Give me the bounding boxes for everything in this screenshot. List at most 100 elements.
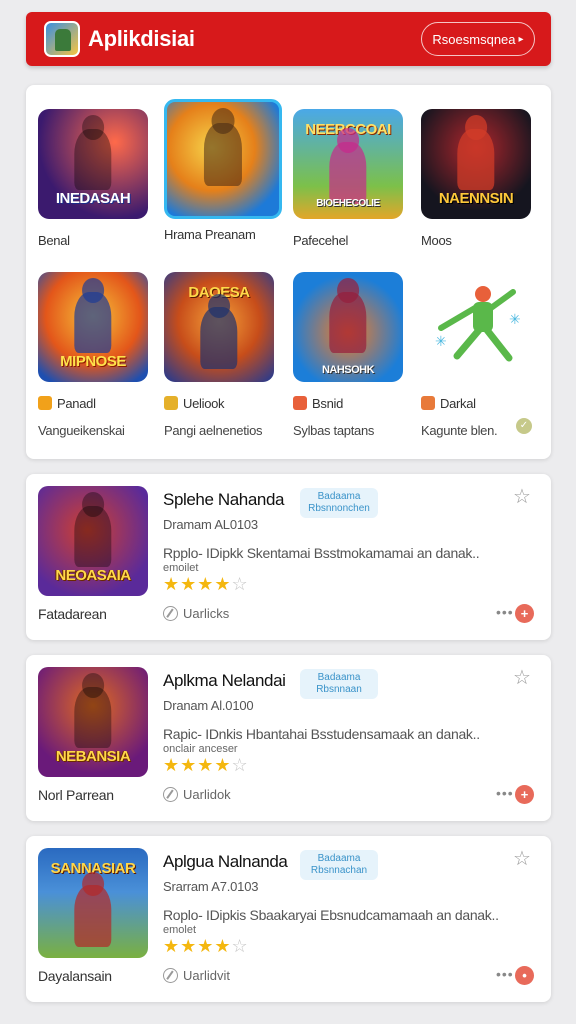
- featured-app-tile[interactable]: NAHSOHK Bsnid Sylbas taptans: [293, 272, 405, 438]
- star-outline-icon[interactable]: ☆: [513, 846, 531, 871]
- star-outline-icon[interactable]: ☆: [513, 665, 531, 690]
- character-image: [203, 122, 243, 187]
- featured-app-tile[interactable]: ✳ ✳ Darkal Kagunte blen.: [421, 272, 533, 438]
- app-description: Roplo- IDipkis Sbaakaryai Ebsnudcamamaah…: [163, 907, 499, 923]
- character-image: [200, 307, 238, 369]
- app-name-label: Ueliook: [183, 396, 225, 411]
- more-dots-icon[interactable]: •••: [496, 966, 514, 982]
- app-name: Benal: [38, 233, 70, 248]
- app-mini-icon: [38, 396, 52, 410]
- app-logo-icon: [44, 21, 80, 57]
- app-description-extra: emoilet: [163, 562, 199, 574]
- character-illustration: ✳ ✳: [435, 286, 521, 362]
- app-meta: Dramam AL0103: [163, 517, 258, 532]
- rating-stars: ★★★★☆: [163, 755, 249, 775]
- app-subtitle: Pangi aelnenetios: [164, 423, 263, 438]
- red-circle-icon[interactable]: +: [515, 604, 534, 623]
- character-image: [329, 291, 367, 354]
- thumbnail-subbanner: BIOEHECOLIE: [316, 198, 380, 209]
- app-thumbnail: [164, 99, 282, 219]
- featured-app-tile[interactable]: Hrama Preanam: [164, 99, 282, 242]
- app-caption: Fatadarean: [38, 606, 107, 622]
- details-link[interactable]: Uarlidok: [163, 787, 231, 802]
- app-list-item[interactable]: SANNASIAR Dayalansain Aplgua Nalnanda Ba…: [26, 836, 551, 1002]
- character-image: [74, 885, 112, 947]
- app-thumbnail: ✳ ✳: [421, 272, 531, 382]
- app-name: Panadl: [38, 396, 150, 411]
- thumbnail-banner: NAHSOHK: [321, 364, 375, 376]
- app-name: Moos: [421, 233, 452, 248]
- compass-icon: [163, 606, 178, 621]
- app-title: Aplikdisiai: [88, 26, 195, 51]
- compass-icon: [163, 968, 178, 983]
- app-meta: Dranam Al.0100: [163, 698, 254, 713]
- thumbnail-banner: NEOASAIA: [55, 567, 131, 584]
- character-image: [74, 291, 112, 354]
- chevron-right-icon: ▸: [518, 33, 524, 45]
- app-description: Rpplo- IDipkk Skentamai Bsstmokamamai an…: [163, 545, 480, 561]
- app-thumbnail: NAENNSIN: [421, 109, 531, 219]
- details-link[interactable]: Uarlicks: [163, 606, 229, 621]
- app-name: Pafecehel: [293, 233, 349, 248]
- header-action-label: Rsoesmsqnea: [432, 31, 516, 47]
- app-description-extra: emolet: [163, 924, 197, 936]
- svg-text:✳: ✳: [509, 312, 521, 328]
- app-list-item[interactable]: NEBANSIA Norl Parrean Aplkma Nelandai Ba…: [26, 655, 551, 821]
- app-mini-icon: [421, 396, 435, 410]
- details-label: Uarlicks: [183, 606, 230, 621]
- app-title: Splehe Nahanda: [163, 490, 285, 509]
- app-name-label: Panadl: [57, 396, 96, 411]
- check-badge-icon: ✓: [516, 418, 532, 434]
- app-mini-icon: [293, 396, 307, 410]
- app-thumbnail: NEERCCOAI BIOEHECOLIE: [293, 109, 403, 219]
- app-mini-icon: [164, 396, 178, 410]
- app-thumbnail: DAOESA: [164, 272, 274, 382]
- category-tag: Badaama Rbsnnaan: [300, 669, 378, 699]
- featured-app-tile[interactable]: DAOESA Ueliook Pangi aelnenetios: [164, 272, 276, 438]
- featured-app-tile[interactable]: NAENNSIN Moos: [421, 109, 533, 248]
- app-name: Darkal: [421, 396, 533, 411]
- app-name: Ueliook: [164, 396, 276, 411]
- thumbnail-banner: MIPNOSE: [60, 353, 126, 370]
- featured-apps-card: INEDASAH Benal Hrama Preanam NEERCCOAI B…: [26, 85, 551, 459]
- details-link[interactable]: Uarlidvit: [163, 968, 230, 983]
- app-name-label: Darkal: [440, 396, 476, 411]
- character-image: [74, 128, 112, 191]
- app-thumbnail: NAHSOHK: [293, 272, 403, 382]
- thumbnail-banner: INEDASAH: [55, 190, 131, 207]
- red-circle-icon[interactable]: +: [515, 785, 534, 804]
- featured-app-tile[interactable]: MIPNOSE Panadl Vangueikenskai: [38, 272, 150, 438]
- star-outline-icon[interactable]: ☆: [513, 484, 531, 509]
- app-title: Aplgua Nalnanda: [163, 852, 288, 871]
- character-image: [74, 686, 112, 749]
- app-thumbnail: INEDASAH: [38, 109, 148, 219]
- character-image: [457, 128, 495, 191]
- app-thumbnail: MIPNOSE: [38, 272, 148, 382]
- featured-app-tile[interactable]: NEERCCOAI BIOEHECOLIE Pafecehel: [293, 109, 405, 248]
- character-image: [329, 142, 367, 204]
- rating-stars: ★★★★☆: [163, 936, 249, 956]
- app-title: Aplkma Nelandai: [163, 671, 286, 690]
- more-dots-icon[interactable]: •••: [496, 604, 514, 620]
- app-thumbnail: SANNASIAR: [38, 848, 148, 958]
- category-tag: Badaama Rbsnnachan: [300, 850, 378, 880]
- details-label: Uarlidvit: [183, 968, 230, 983]
- app-name-label: Bsnid: [312, 396, 344, 411]
- app-description-extra: onclair anceser: [163, 743, 238, 755]
- app-list-item[interactable]: NEOASAIA Fatadarean Splehe Nahanda Badaa…: [26, 474, 551, 640]
- app-name: Hrama Preanam: [164, 227, 256, 242]
- app-subtitle: Vangueikenskai: [38, 423, 125, 438]
- category-tag: Badaama Rbsnnonchen: [300, 488, 378, 518]
- compass-icon: [163, 787, 178, 802]
- header-action-button[interactable]: Rsoesmsqnea ▸: [421, 22, 535, 56]
- red-circle-icon[interactable]: •: [515, 966, 534, 985]
- app-subtitle: Sylbas taptans: [293, 423, 375, 438]
- app-header: Aplikdisiai Rsoesmsqnea ▸: [26, 12, 551, 66]
- app-meta: Srarram A7.0103: [163, 879, 259, 894]
- thumbnail-banner: NAENNSIN: [438, 190, 514, 207]
- app-caption: Dayalansain: [38, 968, 112, 984]
- thumbnail-banner: NEBANSIA: [55, 748, 131, 765]
- more-dots-icon[interactable]: •••: [496, 785, 514, 801]
- app-name: Bsnid: [293, 396, 405, 411]
- featured-app-tile[interactable]: INEDASAH Benal: [38, 109, 150, 248]
